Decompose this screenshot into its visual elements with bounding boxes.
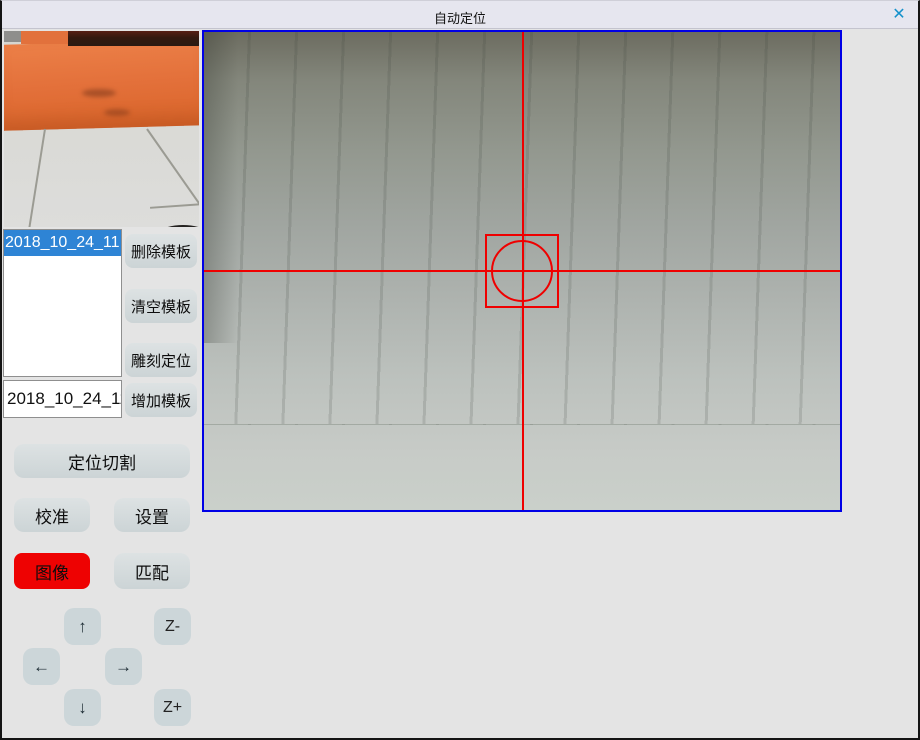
titlebar: 自动定位 ✕ bbox=[2, 1, 918, 29]
thumbnail-smudge-shape bbox=[104, 109, 130, 116]
z-plus-button[interactable]: Z+ bbox=[154, 689, 191, 726]
add-template-button[interactable]: 增加模板 bbox=[125, 383, 197, 417]
z-minus-label: Z- bbox=[165, 618, 180, 636]
left-arrow-icon: ← bbox=[33, 657, 50, 677]
close-icon[interactable]: ✕ bbox=[888, 5, 910, 25]
right-arrow-icon: → bbox=[115, 657, 132, 677]
position-cut-button[interactable]: 定位切割 bbox=[14, 444, 190, 478]
auto-position-window: 自动定位 ✕ 2018_10_24_11 删除模板 清空模板 雕刻定位 增加模板… bbox=[0, 0, 920, 740]
thumbnail-tile-line-shape bbox=[23, 129, 46, 227]
thumbnail-dark-object-shape bbox=[142, 225, 199, 227]
thumbnail-tile-line-shape bbox=[150, 203, 199, 209]
thumbnail-grey-patch-shape bbox=[4, 31, 21, 42]
template-list-item-selected[interactable]: 2018_10_24_11 bbox=[4, 230, 121, 256]
camera-vignette bbox=[204, 32, 238, 343]
thumbnail-dark-strip-shape bbox=[68, 31, 199, 46]
match-button[interactable]: 匹配 bbox=[114, 553, 190, 589]
calibrate-button[interactable]: 校准 bbox=[14, 498, 90, 532]
clear-templates-button[interactable]: 清空模板 bbox=[125, 289, 197, 323]
thumbnail-smudge-shape bbox=[82, 89, 116, 97]
template-list[interactable]: 2018_10_24_11 bbox=[3, 229, 122, 377]
jog-down-button[interactable]: ↓ bbox=[64, 689, 101, 726]
camera-view[interactable] bbox=[202, 30, 842, 512]
up-arrow-icon: ↑ bbox=[78, 617, 87, 637]
settings-button[interactable]: 设置 bbox=[114, 498, 190, 532]
thumbnail-tile-line-shape bbox=[146, 128, 199, 209]
z-plus-label: Z+ bbox=[163, 699, 182, 717]
image-button[interactable]: 图像 bbox=[14, 553, 90, 589]
jog-right-button[interactable]: → bbox=[105, 648, 142, 685]
z-minus-button[interactable]: Z- bbox=[154, 608, 191, 645]
engrave-position-button[interactable]: 雕刻定位 bbox=[125, 343, 197, 377]
delete-template-button[interactable]: 删除模板 bbox=[125, 234, 197, 268]
template-thumbnail bbox=[4, 31, 199, 227]
thumbnail-orange-surface-shape bbox=[4, 39, 199, 131]
target-circle bbox=[491, 240, 553, 302]
window-title: 自动定位 bbox=[2, 8, 918, 27]
jog-left-button[interactable]: ← bbox=[23, 648, 60, 685]
thumbnail-orange-top-shape bbox=[21, 31, 69, 44]
template-name-input[interactable] bbox=[3, 380, 122, 418]
down-arrow-icon: ↓ bbox=[78, 698, 87, 718]
jog-up-button[interactable]: ↑ bbox=[64, 608, 101, 645]
